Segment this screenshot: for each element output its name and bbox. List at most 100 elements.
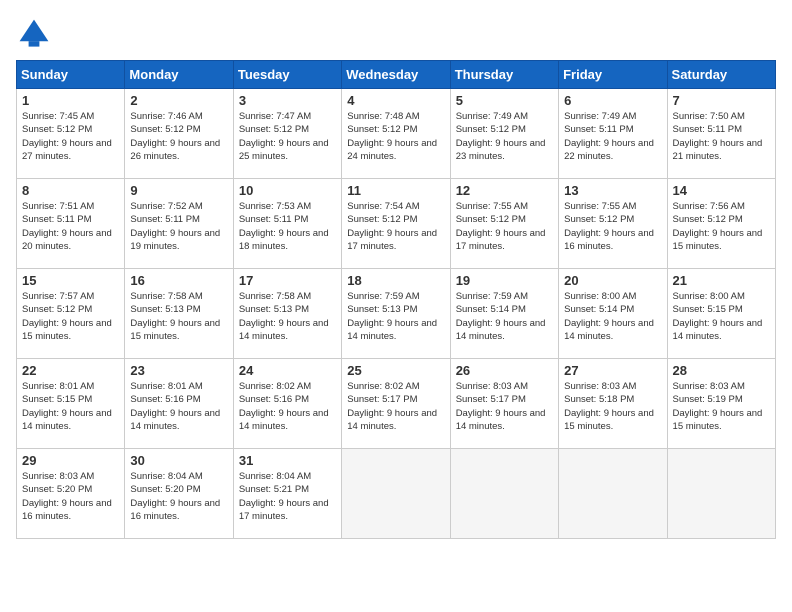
day-info: Sunrise: 8:00 AMSunset: 5:15 PMDaylight:… xyxy=(673,290,770,343)
weekday-header-wednesday: Wednesday xyxy=(342,61,450,89)
day-number: 5 xyxy=(456,93,553,108)
calendar-cell: 20 Sunrise: 8:00 AMSunset: 5:14 PMDayligh… xyxy=(559,269,667,359)
calendar-cell: 7Sunrise: 7:50 AMSunset: 5:11 PMDaylight… xyxy=(667,89,775,179)
day-info: Sunrise: 8:04 AMSunset: 5:21 PMDaylight:… xyxy=(239,470,336,523)
logo-icon xyxy=(16,16,52,52)
calendar-cell xyxy=(667,449,775,539)
day-info: Sunrise: 7:56 AMSunset: 5:12 PMDaylight:… xyxy=(673,200,770,253)
day-number: 15 xyxy=(22,273,119,288)
calendar-cell: 24 Sunrise: 8:02 AMSunset: 5:16 PMDayligh… xyxy=(233,359,341,449)
week-row-1: 1 Sunrise: 7:45 AMSunset: 5:12 PMDaylight… xyxy=(17,89,776,179)
day-info: Sunrise: 7:46 AMSunset: 5:12 PMDaylight:… xyxy=(130,110,227,163)
day-number: 24 xyxy=(239,363,336,378)
calendar-cell: 27 Sunrise: 8:03 AMSunset: 5:18 PMDayligh… xyxy=(559,359,667,449)
day-info: Sunrise: 8:03 AMSunset: 5:18 PMDaylight:… xyxy=(564,380,661,433)
day-info: Sunrise: 7:47 AMSunset: 5:12 PMDaylight:… xyxy=(239,110,336,163)
day-number: 17 xyxy=(239,273,336,288)
calendar-cell: 14 Sunrise: 7:56 AMSunset: 5:12 PMDayligh… xyxy=(667,179,775,269)
day-info: Sunrise: 7:53 AMSunset: 5:11 PMDaylight:… xyxy=(239,200,336,253)
day-info: Sunrise: 7:58 AMSunset: 5:13 PMDaylight:… xyxy=(239,290,336,343)
day-number: 26 xyxy=(456,363,553,378)
day-info: Sunrise: 7:45 AMSunset: 5:12 PMDaylight:… xyxy=(22,110,119,163)
calendar-cell xyxy=(342,449,450,539)
calendar-cell: 5 Sunrise: 7:49 AMSunset: 5:12 PMDaylight… xyxy=(450,89,558,179)
calendar-cell: 9Sunrise: 7:52 AMSunset: 5:11 PMDaylight… xyxy=(125,179,233,269)
day-number: 25 xyxy=(347,363,444,378)
day-number: 18 xyxy=(347,273,444,288)
calendar-cell: 13Sunrise: 7:55 AMSunset: 5:12 PMDayligh… xyxy=(559,179,667,269)
day-number: 21 xyxy=(673,273,770,288)
day-info: Sunrise: 8:03 AMSunset: 5:20 PMDaylight:… xyxy=(22,470,119,523)
week-row-5: 29Sunrise: 8:03 AMSunset: 5:20 PMDayligh… xyxy=(17,449,776,539)
day-info: Sunrise: 8:01 AMSunset: 5:15 PMDaylight:… xyxy=(22,380,119,433)
calendar-cell: 25 Sunrise: 8:02 AMSunset: 5:17 PMDayligh… xyxy=(342,359,450,449)
day-number: 2 xyxy=(130,93,227,108)
day-info: Sunrise: 7:51 AMSunset: 5:11 PMDaylight:… xyxy=(22,200,119,253)
day-info: Sunrise: 7:49 AMSunset: 5:11 PMDaylight:… xyxy=(564,110,661,163)
calendar-cell: 1 Sunrise: 7:45 AMSunset: 5:12 PMDaylight… xyxy=(17,89,125,179)
day-number: 28 xyxy=(673,363,770,378)
calendar-cell: 2 Sunrise: 7:46 AMSunset: 5:12 PMDaylight… xyxy=(125,89,233,179)
day-number: 12 xyxy=(456,183,553,198)
day-number: 3 xyxy=(239,93,336,108)
day-number: 27 xyxy=(564,363,661,378)
day-number: 30 xyxy=(130,453,227,468)
day-number: 4 xyxy=(347,93,444,108)
day-info: Sunrise: 8:03 AMSunset: 5:17 PMDaylight:… xyxy=(456,380,553,433)
day-number: 1 xyxy=(22,93,119,108)
day-info: Sunrise: 7:55 AMSunset: 5:12 PMDaylight:… xyxy=(456,200,553,253)
day-info: Sunrise: 8:03 AMSunset: 5:19 PMDaylight:… xyxy=(673,380,770,433)
day-info: Sunrise: 8:02 AMSunset: 5:16 PMDaylight:… xyxy=(239,380,336,433)
day-info: Sunrise: 8:04 AMSunset: 5:20 PMDaylight:… xyxy=(130,470,227,523)
weekday-header-monday: Monday xyxy=(125,61,233,89)
calendar-cell: 17 Sunrise: 7:58 AMSunset: 5:13 PMDayligh… xyxy=(233,269,341,359)
day-info: Sunrise: 7:50 AMSunset: 5:11 PMDaylight:… xyxy=(673,110,770,163)
calendar-cell: 29Sunrise: 8:03 AMSunset: 5:20 PMDayligh… xyxy=(17,449,125,539)
calendar-cell: 21 Sunrise: 8:00 AMSunset: 5:15 PMDayligh… xyxy=(667,269,775,359)
day-info: Sunrise: 7:54 AMSunset: 5:12 PMDaylight:… xyxy=(347,200,444,253)
calendar-cell: 16 Sunrise: 7:58 AMSunset: 5:13 PMDayligh… xyxy=(125,269,233,359)
week-row-3: 15 Sunrise: 7:57 AMSunset: 5:12 PMDayligh… xyxy=(17,269,776,359)
day-number: 9 xyxy=(130,183,227,198)
day-info: Sunrise: 8:00 AMSunset: 5:14 PMDaylight:… xyxy=(564,290,661,343)
calendar-cell: 26 Sunrise: 8:03 AMSunset: 5:17 PMDayligh… xyxy=(450,359,558,449)
day-info: Sunrise: 7:48 AMSunset: 5:12 PMDaylight:… xyxy=(347,110,444,163)
calendar-cell: 4 Sunrise: 7:48 AMSunset: 5:12 PMDaylight… xyxy=(342,89,450,179)
calendar-cell: 8 Sunrise: 7:51 AMSunset: 5:11 PMDaylight… xyxy=(17,179,125,269)
day-number: 11 xyxy=(347,183,444,198)
calendar-cell: 18Sunrise: 7:59 AMSunset: 5:13 PMDayligh… xyxy=(342,269,450,359)
calendar-cell: 10Sunrise: 7:53 AMSunset: 5:11 PMDayligh… xyxy=(233,179,341,269)
day-number: 8 xyxy=(22,183,119,198)
calendar-cell: 19 Sunrise: 7:59 AMSunset: 5:14 PMDayligh… xyxy=(450,269,558,359)
calendar-cell: 23Sunrise: 8:01 AMSunset: 5:16 PMDayligh… xyxy=(125,359,233,449)
day-number: 23 xyxy=(130,363,227,378)
day-number: 16 xyxy=(130,273,227,288)
day-info: Sunrise: 8:02 AMSunset: 5:17 PMDaylight:… xyxy=(347,380,444,433)
calendar-cell: 15 Sunrise: 7:57 AMSunset: 5:12 PMDayligh… xyxy=(17,269,125,359)
calendar-cell: 12 Sunrise: 7:55 AMSunset: 5:12 PMDayligh… xyxy=(450,179,558,269)
weekday-header-thursday: Thursday xyxy=(450,61,558,89)
calendar-cell xyxy=(450,449,558,539)
day-number: 19 xyxy=(456,273,553,288)
day-number: 6 xyxy=(564,93,661,108)
calendar-cell: 30 Sunrise: 8:04 AMSunset: 5:20 PMDayligh… xyxy=(125,449,233,539)
calendar-table: SundayMondayTuesdayWednesdayThursdayFrid… xyxy=(16,60,776,539)
day-info: Sunrise: 7:55 AMSunset: 5:12 PMDaylight:… xyxy=(564,200,661,253)
calendar-cell: 31 Sunrise: 8:04 AMSunset: 5:21 PMDayligh… xyxy=(233,449,341,539)
day-info: Sunrise: 7:49 AMSunset: 5:12 PMDaylight:… xyxy=(456,110,553,163)
day-info: Sunrise: 7:57 AMSunset: 5:12 PMDaylight:… xyxy=(22,290,119,343)
weekday-header-saturday: Saturday xyxy=(667,61,775,89)
week-row-2: 8 Sunrise: 7:51 AMSunset: 5:11 PMDaylight… xyxy=(17,179,776,269)
day-info: Sunrise: 7:59 AMSunset: 5:14 PMDaylight:… xyxy=(456,290,553,343)
day-number: 20 xyxy=(564,273,661,288)
weekday-header-tuesday: Tuesday xyxy=(233,61,341,89)
page-header xyxy=(16,16,776,52)
day-number: 14 xyxy=(673,183,770,198)
day-number: 31 xyxy=(239,453,336,468)
calendar-cell: 28 Sunrise: 8:03 AMSunset: 5:19 PMDayligh… xyxy=(667,359,775,449)
day-number: 22 xyxy=(22,363,119,378)
weekday-header-friday: Friday xyxy=(559,61,667,89)
calendar-cell: 11 Sunrise: 7:54 AMSunset: 5:12 PMDayligh… xyxy=(342,179,450,269)
week-row-4: 22 Sunrise: 8:01 AMSunset: 5:15 PMDayligh… xyxy=(17,359,776,449)
day-info: Sunrise: 7:58 AMSunset: 5:13 PMDaylight:… xyxy=(130,290,227,343)
